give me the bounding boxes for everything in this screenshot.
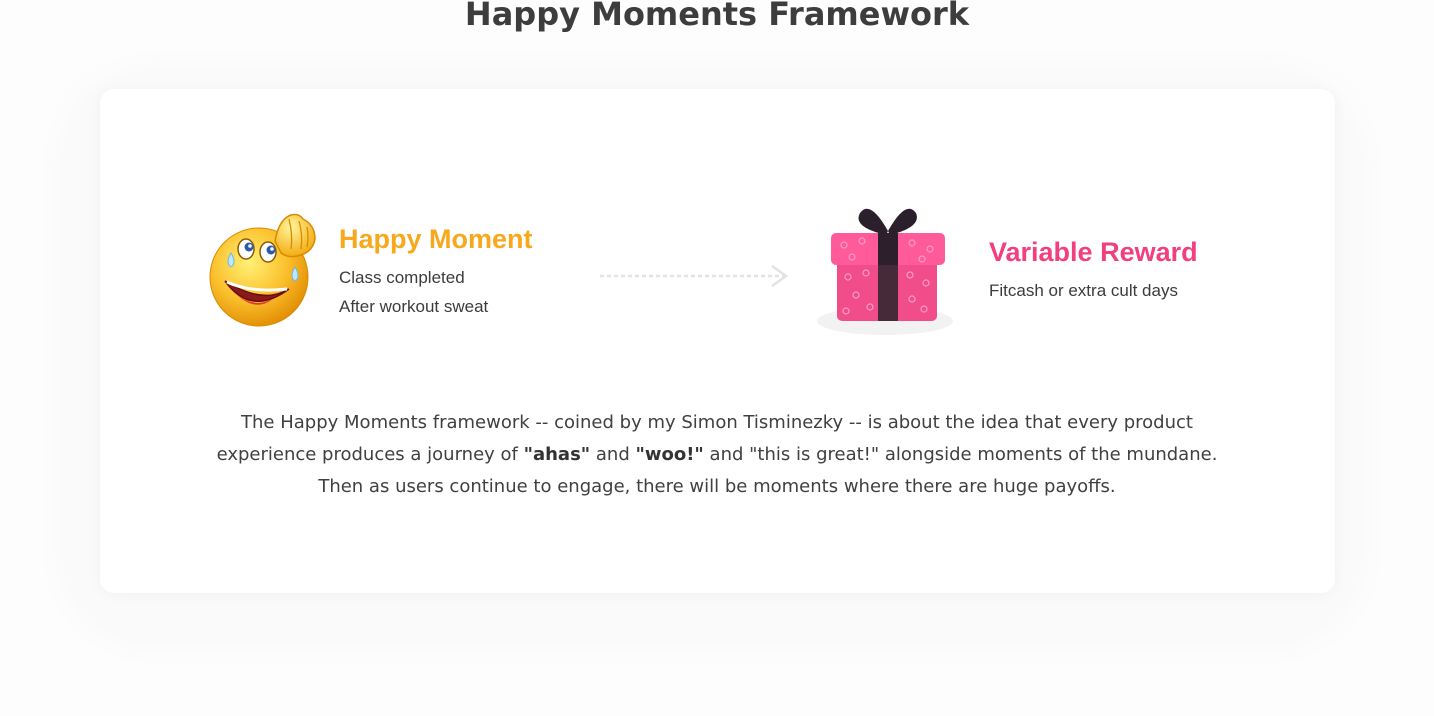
page-title: Happy Moments Framework: [464, 0, 970, 33]
framework-description: The Happy Moments framework -- coined by…: [200, 407, 1234, 503]
sweating-emoji-icon: [209, 213, 316, 327]
dashed-arrow-right-icon: [600, 264, 789, 288]
happy-moment-title: Happy Moment: [339, 224, 533, 254]
framework-card: [100, 89, 1335, 593]
happy-moment-line: After workout sweat: [339, 297, 489, 316]
description-text: and: [590, 444, 636, 465]
variable-reward-title: Variable Reward: [989, 237, 1198, 267]
gift-box-icon: [817, 208, 953, 335]
variable-reward-line: Fitcash or extra cult days: [989, 281, 1178, 300]
happy-moment-line: Class completed: [339, 268, 465, 287]
description-bold-ahas: "ahas": [523, 444, 591, 465]
description-bold-woo: "woo!": [635, 444, 704, 465]
